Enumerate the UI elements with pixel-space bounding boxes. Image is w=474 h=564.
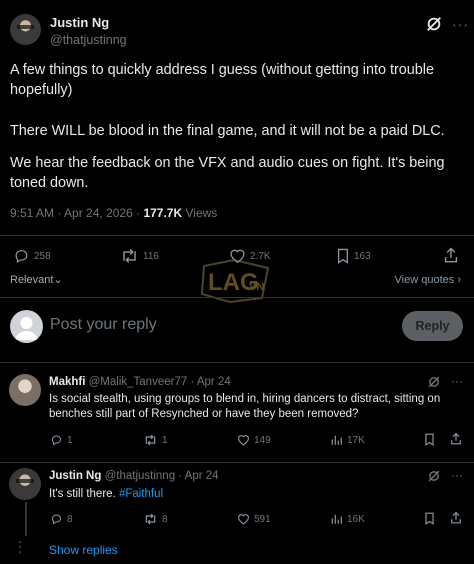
grok-icon[interactable]	[427, 375, 441, 389]
post-date[interactable]: Apr 24, 2026	[64, 206, 133, 220]
repost-icon	[123, 249, 136, 263]
more-options-icon[interactable]: ···	[452, 16, 469, 32]
user-avatar[interactable]	[10, 310, 43, 343]
share-icon	[444, 247, 458, 263]
commenter-handle[interactable]: @thatjustinng	[105, 470, 176, 482]
author-avatar[interactable]	[10, 14, 41, 45]
repost-count: 116	[143, 250, 159, 262]
reply-icon	[51, 435, 62, 446]
post-paragraph: We hear the feedback on the VFX and audi…	[10, 155, 445, 191]
author-name[interactable]: Justin Ng	[50, 15, 109, 30]
sort-dropdown[interactable]: Relevant⌄	[10, 273, 63, 286]
bookmark-action[interactable]	[424, 433, 435, 446]
commenter-avatar[interactable]	[9, 374, 41, 406]
more-options-icon[interactable]: ···	[451, 468, 463, 482]
hashtag-link[interactable]: #Faithful	[119, 488, 163, 500]
bookmark-icon	[425, 433, 434, 446]
bookmark-icon	[337, 248, 349, 264]
comment-header: Makhfi @Malik_Tanveer77 · Apr 24	[49, 376, 231, 388]
divider	[0, 362, 474, 363]
like-action[interactable]: 591	[237, 513, 271, 525]
bookmark-action[interactable]	[424, 512, 435, 525]
post-paragraph: There WILL be blood in the final game, a…	[10, 123, 445, 139]
comment-header: Justin Ng @thatjustinng · Apr 24	[49, 470, 219, 482]
commenter-name[interactable]: Justin Ng	[49, 470, 101, 482]
post-paragraph: A few things to quickly address I guess …	[10, 62, 434, 98]
chevron-down-icon: ⌄	[53, 274, 63, 286]
thread-line	[25, 502, 27, 536]
commenter-avatar[interactable]	[9, 468, 41, 500]
comment-date[interactable]: · Apr 24	[190, 376, 230, 388]
views-count: 177.7K	[143, 206, 183, 220]
repost-action[interactable]: 1	[143, 434, 168, 446]
commenter-name[interactable]: Makhfi	[49, 376, 85, 388]
reply-action[interactable]: 258	[13, 248, 51, 264]
view-quotes-link[interactable]: View quotes ›	[395, 274, 461, 286]
views-icon	[331, 435, 342, 445]
share-icon	[451, 511, 461, 524]
author-handle[interactable]: @thatjustinng	[50, 33, 127, 47]
share-action[interactable]	[450, 432, 462, 446]
reply-button[interactable]: Reply	[402, 311, 463, 341]
heart-icon	[238, 435, 249, 446]
post-time[interactable]: 9:51 AM	[10, 206, 54, 220]
commenter-handle[interactable]: @Malik_Tanveer77	[89, 376, 188, 388]
share-action[interactable]	[450, 511, 462, 525]
more-options-icon[interactable]: ···	[451, 374, 463, 388]
reply-count: 258	[34, 250, 51, 262]
views-action[interactable]: 16K	[330, 513, 365, 525]
repost-action[interactable]: 8	[143, 513, 168, 525]
bookmark-action[interactable]: 163	[336, 248, 371, 264]
divider	[0, 462, 474, 463]
views-action[interactable]: 17K	[330, 434, 365, 446]
reply-action[interactable]: 8	[50, 513, 73, 525]
thread-dots	[19, 541, 21, 553]
svg-text:.VN: .VN	[246, 281, 264, 293]
bookmark-icon	[425, 512, 434, 525]
grok-icon[interactable]	[425, 15, 443, 33]
reply-icon	[51, 514, 62, 525]
heart-icon	[238, 514, 249, 525]
post-meta: 9:51 AM · Apr 24, 2026 · 177.7K Views	[10, 206, 218, 220]
reply-input[interactable]: Post your reply	[50, 316, 157, 334]
repost-action[interactable]: 116	[120, 248, 159, 264]
reply-icon	[15, 250, 28, 264]
like-action[interactable]: 149	[237, 434, 271, 446]
views-label: Views	[185, 206, 218, 220]
sort-label: Relevant	[10, 274, 54, 286]
comment-date[interactable]: · Apr 24	[178, 470, 218, 482]
bookmark-count: 163	[354, 250, 371, 262]
views-icon	[331, 514, 342, 524]
comment-text: Is social stealth, using groups to blend…	[49, 393, 441, 420]
divider	[0, 235, 474, 236]
chevron-right-icon: ›	[457, 274, 461, 286]
share-action[interactable]	[443, 247, 459, 264]
show-replies-link[interactable]: Show replies	[49, 543, 118, 557]
comment-text: It's still there. #Faithful	[49, 488, 164, 500]
repost-icon	[145, 513, 156, 525]
share-icon	[451, 432, 461, 445]
grok-icon[interactable]	[427, 469, 441, 483]
divider	[0, 297, 474, 298]
repost-icon	[145, 434, 156, 446]
reply-action[interactable]: 1	[50, 434, 73, 446]
